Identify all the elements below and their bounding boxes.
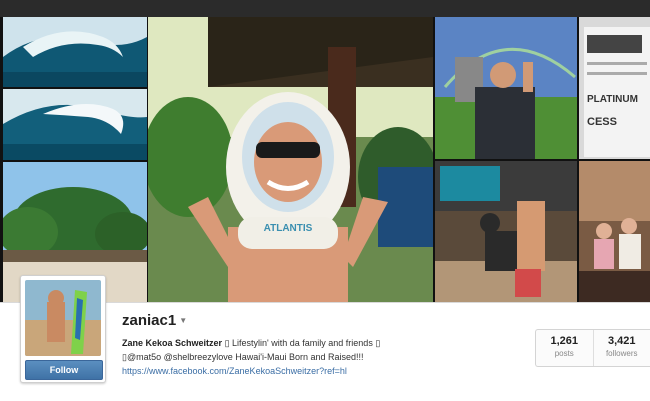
posts-label: posts (536, 349, 593, 358)
photo-wave-1[interactable] (3, 17, 147, 87)
avatar-card: Follow (20, 275, 106, 383)
followers-count: 3,421 (594, 335, 650, 347)
username[interactable]: zaniac1▼ (122, 312, 187, 329)
box-glyph-2: ▯ (375, 338, 380, 348)
bio-line-1: Lifestylin' with da family and friends (232, 338, 375, 348)
ticket-line-2: CESS (587, 116, 617, 128)
helmet-label: ATLANTIS (264, 223, 313, 234)
photo-wave-2[interactable] (3, 89, 147, 160)
photo-helmet-selfie[interactable]: ATLANTIS (148, 17, 433, 302)
bio: Zane Kekoa Schweitzer ▯ Lifestylin' with… (122, 336, 522, 378)
full-name: Zane Kekoa Schweitzer (122, 338, 222, 348)
photo-ticket[interactable]: PLATINUM CESS (579, 17, 650, 159)
photo-dog[interactable] (435, 161, 577, 302)
ticket-line-1: PLATINUM (587, 94, 638, 105)
photo-collage: ATLANTIS PLATINUM CESS (0, 17, 650, 302)
top-bar (0, 0, 650, 17)
bio-line-2: @mat5o @shelbreezylove Hawai'i-Maui Born… (127, 352, 364, 362)
followers-stat[interactable]: 3,421 followers (594, 330, 650, 366)
username-text: zaniac1 (122, 312, 176, 329)
chevron-down-icon[interactable]: ▼ (179, 316, 187, 325)
profile-link[interactable]: https://www.facebook.com/ZaneKekoaSchwei… (122, 364, 522, 378)
follow-button[interactable]: Follow (25, 360, 103, 380)
photo-rainbow[interactable] (435, 17, 577, 159)
posts-stat[interactable]: 1,261 posts (536, 330, 594, 366)
avatar[interactable] (25, 280, 101, 356)
profile-stats: 1,261 posts 3,421 followers (535, 329, 650, 367)
box-glyph-1: ▯ (225, 338, 230, 348)
posts-count: 1,261 (536, 335, 593, 347)
followers-label: followers (594, 349, 650, 358)
photo-friends[interactable] (579, 161, 650, 302)
